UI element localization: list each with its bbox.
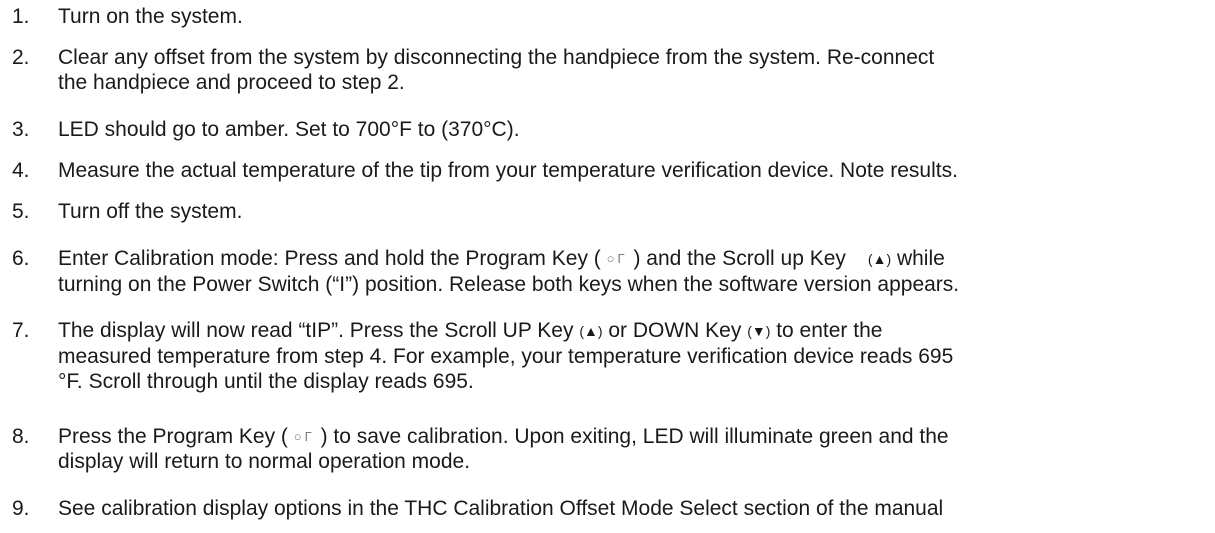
step-text-line: display will return to normal operation … [58, 450, 471, 473]
step-text-line: the handpiece and proceed to step 2. [58, 71, 405, 94]
step-text-part: The display will now read “tIP”. Press t… [58, 319, 580, 342]
step-7: 7. The display will now read “tIP”. Pres… [0, 318, 1205, 394]
step-4: 4. Measure the actual temperature of the… [0, 158, 1205, 183]
step-text-part: Enter Calibration mode: Press and hold t… [58, 247, 607, 270]
step-6: 6. Enter Calibration mode: Press and hol… [0, 246, 1205, 297]
step-text-part: ) and the Scroll up Key [627, 247, 846, 270]
step-text-part: while [891, 247, 945, 270]
step-text-line: Press the Program Key ( ○Γ ) to save cal… [58, 424, 1205, 449]
step-text: Clear any offset from the system by disc… [58, 45, 1205, 95]
step-text-line: measured temperature from step 4. For ex… [58, 345, 954, 368]
step-9: 9. See calibration display options in th… [0, 496, 1205, 521]
step-text: Enter Calibration mode: Press and hold t… [58, 246, 1205, 297]
step-text: Press the Program Key ( ○Γ ) to save cal… [58, 424, 1205, 474]
step-number: 4. [12, 159, 30, 182]
step-text: See calibration display options in the T… [58, 497, 944, 520]
step-text: Turn off the system. [58, 200, 243, 223]
program-key-icon: ○Γ [606, 251, 628, 266]
step-5: 5. Turn off the system. [0, 199, 1205, 224]
step-text-part: to enter the [770, 319, 883, 342]
step-text: Turn on the system. [58, 5, 243, 28]
step-number: 8. [12, 425, 30, 448]
step-text-line: °F. Scroll through until the display rea… [58, 370, 474, 393]
step-number: 2. [12, 46, 30, 69]
step-text: The display will now read “tIP”. Press t… [58, 318, 1205, 394]
scroll-up-arrow-icon: (▲) [867, 251, 892, 267]
step-8: 8. Press the Program Key ( ○Γ ) to save … [0, 424, 1205, 474]
step-text-part: or DOWN Key [602, 319, 748, 342]
step-text-line: Enter Calibration mode: Press and hold t… [58, 246, 1205, 272]
step-1: 1. Turn on the system. [0, 4, 1205, 29]
step-number: 7. [12, 319, 30, 342]
step-text-part: Press the Program Key ( [58, 425, 294, 448]
step-2: 2. Clear any offset from the system by d… [0, 45, 1205, 95]
step-number: 5. [12, 200, 30, 223]
step-text: LED should go to amber. Set to 700°F to … [58, 118, 520, 141]
step-text-line: Clear any offset from the system by disc… [58, 46, 935, 69]
step-number: 3. [12, 118, 30, 141]
scroll-down-arrow-icon: (▼) [747, 323, 771, 339]
scroll-up-arrow-icon: (▲) [579, 323, 603, 339]
step-text: Measure the actual temperature of the ti… [58, 159, 958, 182]
step-number: 9. [12, 497, 30, 520]
step-number: 1. [12, 5, 30, 28]
step-text-line: The display will now read “tIP”. Press t… [58, 318, 1205, 344]
step-text-part: ) to save calibration. Upon exiting, LED… [314, 425, 949, 448]
step-number: 6. [12, 247, 30, 270]
step-text-line: turning on the Power Switch (“I”) positi… [58, 273, 960, 296]
step-3: 3. LED should go to amber. Set to 700°F … [0, 117, 1205, 142]
program-key-icon: ○Γ [293, 429, 315, 444]
